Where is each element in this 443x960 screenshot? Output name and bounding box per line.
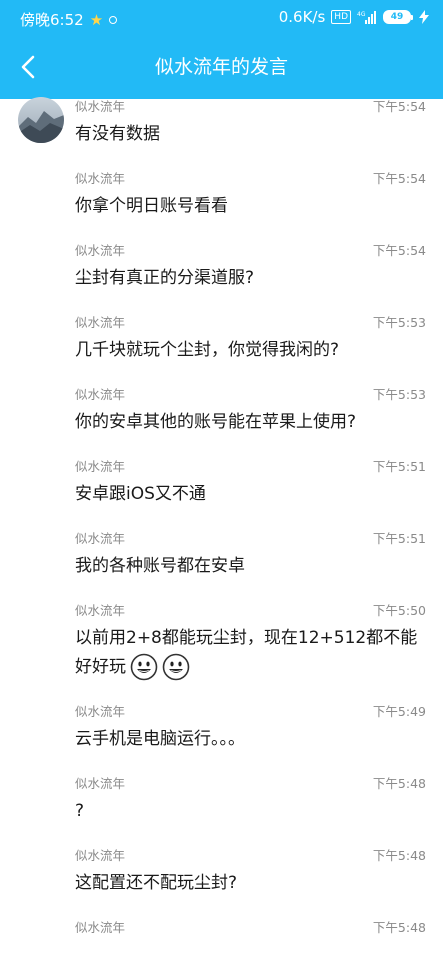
message-time: 下午5:51 xyxy=(372,458,426,474)
message-time: 下午5:48 xyxy=(372,919,426,935)
message-time: 下午5:50 xyxy=(372,602,426,618)
grinning-face-icon xyxy=(130,653,158,681)
list-item[interactable]: 似水流年 下午5:49 云手机是电脑运行。。。 xyxy=(0,696,443,768)
message-meta: 似水流年 下午5:54 xyxy=(75,97,426,114)
network-type-label: 4G xyxy=(357,11,366,18)
grinning-face-icon xyxy=(162,653,190,681)
list-item[interactable]: 似水流年 下午5:48 ? xyxy=(0,768,443,840)
message-text: 安卓跟iOS又不通 xyxy=(75,484,206,504)
list-item[interactable]: 似水流年 下午5:50 以前用2+8都能玩尘封，现在12+512都不能好好玩 xyxy=(0,595,443,696)
list-item[interactable]: 似水流年 下午5:51 安卓跟iOS又不通 xyxy=(0,451,443,523)
message-time: 下午5:48 xyxy=(372,847,426,863)
author-name: 似水流年 xyxy=(75,386,126,402)
message-meta: 似水流年 下午5:48 xyxy=(75,774,426,791)
message-meta: 似水流年 下午5:54 xyxy=(75,241,426,258)
list-item[interactable]: 似水流年 下午5:53 几千块就玩个尘封，你觉得我闲的? xyxy=(0,307,443,379)
list-item[interactable]: 似水流年 下午5:54 尘封有真正的分渠道服? xyxy=(0,235,443,307)
message-meta: 似水流年 下午5:53 xyxy=(75,313,426,330)
message-text: 云手机是电脑运行。。。 xyxy=(75,729,245,749)
message-time: 下午5:53 xyxy=(372,314,426,330)
author-name: 似水流年 xyxy=(75,314,126,330)
author-name: 似水流年 xyxy=(75,458,126,474)
network-speed: 0.6K/s xyxy=(278,8,326,26)
status-bar: 傍晚6:52 ★ 0.6K/s HD 4G 49 xyxy=(0,0,443,36)
author-name: 似水流年 xyxy=(75,98,126,114)
message-meta: 似水流年 下午5:54 xyxy=(75,169,426,186)
message-meta: 似水流年 下午5:50 xyxy=(75,601,426,618)
message-text: 我的各种账号都在安卓 xyxy=(75,556,245,576)
list-item[interactable]: 似水流年 下午5:53 你的安卓其他的账号能在苹果上使用? xyxy=(0,379,443,451)
author-name: 似水流年 xyxy=(75,242,126,258)
star-icon: ★ xyxy=(89,10,104,29)
message-text: 以前用2+8都能玩尘封，现在12+512都不能好好玩 xyxy=(75,628,418,677)
message-time: 下午5:54 xyxy=(372,242,426,258)
author-name: 似水流年 xyxy=(75,170,126,186)
status-right: 0.6K/s HD 4G 49 xyxy=(279,8,429,26)
message-text: 你拿个明日账号看看 xyxy=(75,196,228,216)
signal-icon: 4G xyxy=(357,10,377,24)
message-time: 下午5:53 xyxy=(372,386,426,402)
message-list[interactable]: 似水流年 下午5:54 有没有数据 似水流年 下午5:54 你拿个明日账号看看 … xyxy=(0,91,443,955)
status-left: 傍晚6:52 ★ xyxy=(20,9,118,30)
author-name: 似水流年 xyxy=(75,919,126,935)
list-item[interactable]: 似水流年 下午5:48 xyxy=(0,912,443,955)
author-name: 似水流年 xyxy=(75,602,126,618)
list-item[interactable]: 似水流年 下午5:54 你拿个明日账号看看 xyxy=(0,163,443,235)
message-meta: 似水流年 下午5:48 xyxy=(75,918,426,935)
message-time: 下午5:54 xyxy=(372,98,426,114)
message-time: 下午5:48 xyxy=(372,775,426,791)
message-meta: 似水流年 下午5:51 xyxy=(75,529,426,546)
app-bar: 似水流年的发言 xyxy=(0,36,443,99)
author-name: 似水流年 xyxy=(75,530,126,546)
message-text: ? xyxy=(75,801,85,821)
message-meta: 似水流年 下午5:51 xyxy=(75,457,426,474)
author-name: 似水流年 xyxy=(75,775,126,791)
message-text-container: 以前用2+8都能玩尘封，现在12+512都不能好好玩 xyxy=(75,624,426,682)
message-time: 下午5:54 xyxy=(372,170,426,186)
avatar[interactable] xyxy=(18,97,64,143)
page-title: 似水流年的发言 xyxy=(154,56,288,78)
battery-level: 49 xyxy=(383,10,411,24)
message-text: 尘封有真正的分渠道服? xyxy=(75,268,255,288)
message-text: 这配置还不配玩尘封? xyxy=(75,873,238,893)
status-time: 傍晚6:52 xyxy=(20,11,84,29)
message-time: 下午5:51 xyxy=(372,530,426,546)
message-meta: 似水流年 下午5:53 xyxy=(75,385,426,402)
message-meta: 似水流年 下午5:49 xyxy=(75,702,426,719)
message-text: 有没有数据 xyxy=(75,124,160,144)
notification-dot-icon xyxy=(109,15,118,24)
hd-icon: HD xyxy=(331,10,351,24)
author-name: 似水流年 xyxy=(75,703,126,719)
list-item[interactable]: 似水流年 下午5:48 这配置还不配玩尘封? xyxy=(0,840,443,912)
battery-icon: 49 xyxy=(383,10,413,24)
message-meta: 似水流年 下午5:48 xyxy=(75,846,426,863)
list-item[interactable]: 似水流年 下午5:51 我的各种账号都在安卓 xyxy=(0,523,443,595)
message-text: 几千块就玩个尘封，你觉得我闲的? xyxy=(75,340,340,360)
message-time: 下午5:49 xyxy=(372,703,426,719)
charging-bolt-icon xyxy=(419,10,429,24)
list-item[interactable]: 似水流年 下午5:54 有没有数据 xyxy=(0,91,443,163)
author-name: 似水流年 xyxy=(75,847,126,863)
message-text: 你的安卓其他的账号能在苹果上使用? xyxy=(75,412,357,432)
